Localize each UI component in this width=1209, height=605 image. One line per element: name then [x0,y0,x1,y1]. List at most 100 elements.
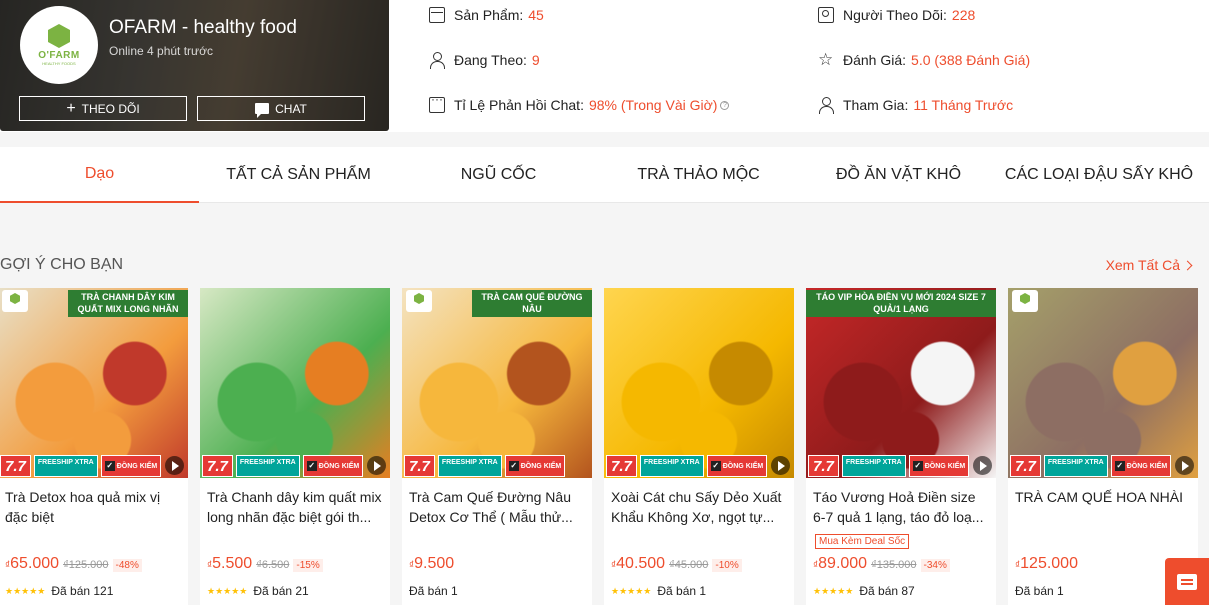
store-icon [429,7,445,23]
help-icon[interactable]: ? [720,100,730,110]
dongkiem-badge: ✓ ĐỒNG KIỂM [100,455,162,477]
price-row: ₫5.500 ₫6.500 -15% [207,555,323,573]
tab-dried-snacks[interactable]: ĐỒ ĂN VẶT KHÔ [798,147,999,203]
plus-icon: + [66,99,76,117]
sale-badge: 7.7 [202,455,233,477]
shop-header: O'FARM HEALTHY FOODS OFARM - healthy foo… [0,0,1209,132]
follow-button[interactable]: + THEO DÕI [19,96,187,121]
chat-float-button[interactable] [1165,558,1209,605]
product-image[interactable]: TRÀ CHANH DÂY KIM QUẤT MIX LONG NHÃN 7.7… [0,288,188,478]
discount-badge: -34% [920,559,950,572]
product-card[interactable]: TRÀ CHANH DÂY KIM QUẤT MIX LONG NHÃN 7.7… [0,288,188,605]
product-name[interactable]: Trà Detox hoa quả mix vị đặc biệt [5,487,183,527]
chat-icon [255,103,270,118]
product-image[interactable]: 7.7 FREESHIP XTRA ✓ ĐỒNG KIỂM [1008,288,1198,478]
tab-cereals[interactable]: NGŨ CỐC [398,147,599,203]
discount-badge: -15% [293,559,323,572]
product-name[interactable]: TRÀ CAM QUẾ HOA NHÀI [1015,487,1193,527]
deal-tag: Mua Kèm Deal Sốc [815,534,910,549]
discount-badge: -48% [112,559,142,572]
play-icon[interactable] [1175,456,1194,475]
product-image[interactable]: 7.7 FREESHIP XTRA ✓ ĐỒNG KIỂM [604,288,794,478]
dongkiem-badge: ✓ ĐỒNG KIỂM [302,455,364,477]
badge-bar: 7.7 FREESHIP XTRA ✓ ĐỒNG KIỂM [1008,454,1198,478]
product-card[interactable]: TRÀ CAM QUẾ ĐƯỜNG NÂU 7.7 FREESHIP XTRA … [402,288,592,605]
shop-online-status: Online 4 phút trước [109,44,213,58]
price-row: ₫125.000 [1015,555,1078,573]
logo-icon [48,24,70,48]
stat-response-label: Tỉ Lệ Phản Hồi Chat: [454,97,584,113]
check-icon: ✓ [1114,461,1125,471]
product-list: TRÀ CHANH DÂY KIM QUẤT MIX LONG NHÃN 7.7… [0,288,1209,605]
brand-logo-icon [2,290,28,312]
check-icon: ✓ [104,461,115,471]
freeship-badge: FREESHIP XTRA [1043,455,1108,477]
freeship-badge: FREESHIP XTRA [841,455,906,477]
play-icon[interactable] [771,456,790,475]
shop-name: OFARM - healthy food [109,17,297,38]
chat-button[interactable]: CHAT [197,96,365,121]
dongkiem-badge: ✓ ĐỒNG KIỂM [908,455,970,477]
chevron-right-icon [1182,260,1193,270]
sold-count: Đã bán 1 [409,584,458,598]
tab-herbal-tea[interactable]: TRÀ THẢO MỘC [599,147,798,203]
product-name[interactable]: Trà Cam Quế Đường Nâu Detox Cơ Thể ( Mẫu… [409,487,587,527]
product-price: ₫89.000 [813,555,868,572]
tab-all-products[interactable]: TẤT CẢ SẢN PHẨM [199,147,398,203]
rating-stars-icon: ★★★★★ [813,585,854,596]
check-icon: ✓ [912,461,923,471]
shop-avatar[interactable]: O'FARM HEALTHY FOODS [20,6,98,84]
tab-explore[interactable]: Dạo [0,147,199,203]
badge-bar: 7.7 FREESHIP XTRA ✓ ĐỒNG KIỂM [402,454,592,478]
stat-products-label: Sản Phẩm: [454,7,524,23]
stat-followers: Người Theo Dõi: 228 [818,7,975,23]
play-icon[interactable] [367,456,386,475]
product-name[interactable]: Táo Vương Hoả Điền size 6-7 quả 1 lạng, … [813,487,991,527]
sold-count: Đã bán 87 [859,584,915,598]
stat-following-label: Đang Theo: [454,52,527,68]
sale-badge: 7.7 [606,455,637,477]
product-name[interactable]: Trà Chanh dây kim quất mix long nhãn đặc… [207,487,385,527]
stat-products: Sản Phẩm: 45 [429,7,544,23]
original-price: ₫45.000 [669,559,709,571]
price-value: 65.000 [10,555,60,572]
dongkiem-label: ĐỒNG KIỂM [722,462,764,470]
price-row: ₫9.500 [409,555,454,573]
check-icon: ✓ [306,461,317,471]
see-all-label: Xem Tất Cả [1105,257,1180,273]
tab-dried-beans[interactable]: CÁC LOẠI ĐẬU SẤY KHÔ [999,147,1199,203]
product-card[interactable]: TÁO VIP HÒA ĐIỀN VỤ MỚI 2024 SIZE 7 QUẢ/… [806,288,996,605]
user-icon [429,52,445,69]
check-icon: ✓ [710,461,721,471]
discount-badge: -10% [712,559,742,572]
product-image[interactable]: TÁO VIP HÒA ĐIỀN VỤ MỚI 2024 SIZE 7 QUẢ/… [806,288,996,478]
product-banner: TRÀ CAM QUẾ ĐƯỜNG NÂU [472,290,592,318]
badge-bar: 7.7 FREESHIP XTRA ✓ ĐỒNG KIỂM [200,454,390,478]
play-icon[interactable] [973,456,992,475]
see-all-link[interactable]: Xem Tất Cả [1105,257,1193,273]
stat-following-value: 9 [531,52,540,68]
product-image[interactable]: 7.7 FREESHIP XTRA ✓ ĐỒNG KIỂM [200,288,390,478]
product-price: ₫125.000 [1015,555,1078,572]
shop-card: O'FARM HEALTHY FOODS OFARM - healthy foo… [0,0,389,131]
product-image[interactable]: TRÀ CAM QUẾ ĐƯỜNG NÂU 7.7 FREESHIP XTRA … [402,288,592,478]
stat-joined-value: 11 Tháng Trước [913,97,1014,113]
badge-bar: 7.7 FREESHIP XTRA ✓ ĐỒNG KIỂM [0,454,188,478]
dongkiem-badge: ✓ ĐỒNG KIỂM [504,455,566,477]
follow-label: THEO DÕI [81,101,140,116]
sold-row: Đã bán 1 [1015,584,1064,598]
badge-bar: 7.7 FREESHIP XTRA ✓ ĐỒNG KIỂM [806,454,996,478]
dongkiem-label: ĐỒNG KIỂM [1126,462,1168,470]
product-name[interactable]: Xoài Cát chu Sấy Dẻo Xuất Khẩu Không Xơ,… [611,487,789,527]
stat-response-value: 98% (Trong Vài Giờ) [588,97,718,113]
sale-badge: 7.7 [1010,455,1041,477]
product-price: ₫5.500 [207,555,253,572]
product-card[interactable]: 7.7 FREESHIP XTRA ✓ ĐỒNG KIỂM Xoài Cát ch… [604,288,794,605]
price-value: 89.000 [818,555,868,572]
original-price: ₫125.000 [63,559,109,571]
sale-badge: 7.7 [808,455,839,477]
play-icon[interactable] [165,456,184,475]
dongkiem-label: ĐỒNG KIỂM [924,462,966,470]
price-row: ₫40.500 ₫45.000 -10% [611,555,742,573]
product-card[interactable]: 7.7 FREESHIP XTRA ✓ ĐỒNG KIỂM Trà Chanh d… [200,288,390,605]
